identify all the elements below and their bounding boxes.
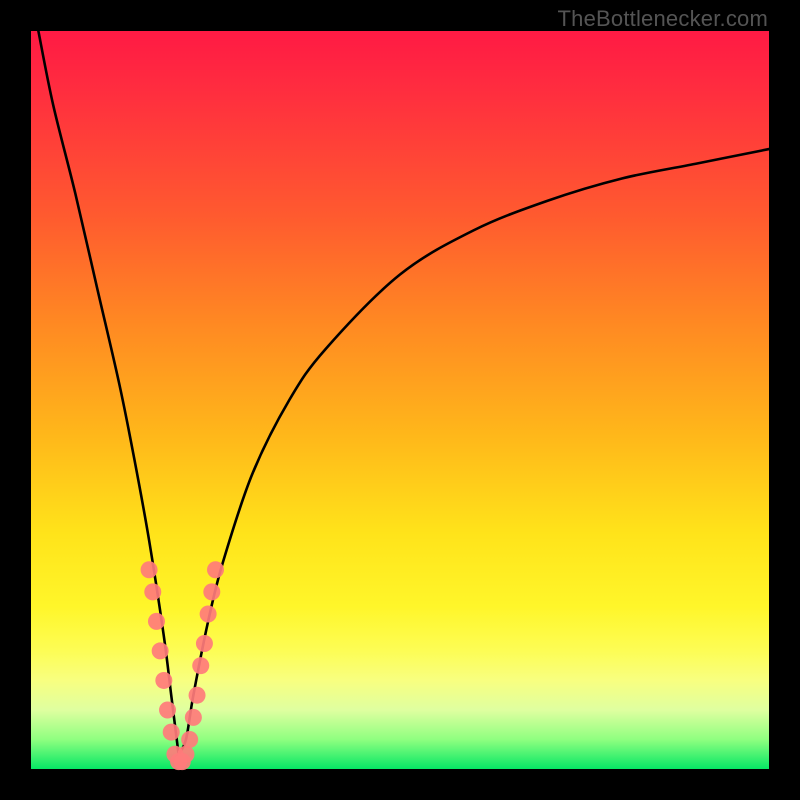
sample-point — [185, 709, 202, 726]
chart-svg — [31, 31, 769, 769]
sample-point-markers — [141, 561, 224, 770]
sample-point — [155, 672, 172, 689]
sample-point — [144, 583, 161, 600]
sample-point — [192, 657, 209, 674]
sample-point — [189, 687, 206, 704]
sample-point — [181, 731, 198, 748]
sample-point — [163, 724, 180, 741]
sample-point — [177, 746, 194, 763]
sample-point — [159, 701, 176, 718]
bottleneck-curve — [38, 31, 769, 754]
sample-point — [152, 642, 169, 659]
attribution-label: TheBottlenecker.com — [558, 6, 768, 32]
sample-point — [203, 583, 220, 600]
sample-point — [148, 613, 165, 630]
chart-plot-area — [31, 31, 769, 769]
sample-point — [207, 561, 224, 578]
curve-segment — [179, 149, 769, 754]
sample-point — [196, 635, 213, 652]
sample-point — [200, 606, 217, 623]
sample-point — [141, 561, 158, 578]
chart-frame: TheBottlenecker.com — [0, 0, 800, 800]
